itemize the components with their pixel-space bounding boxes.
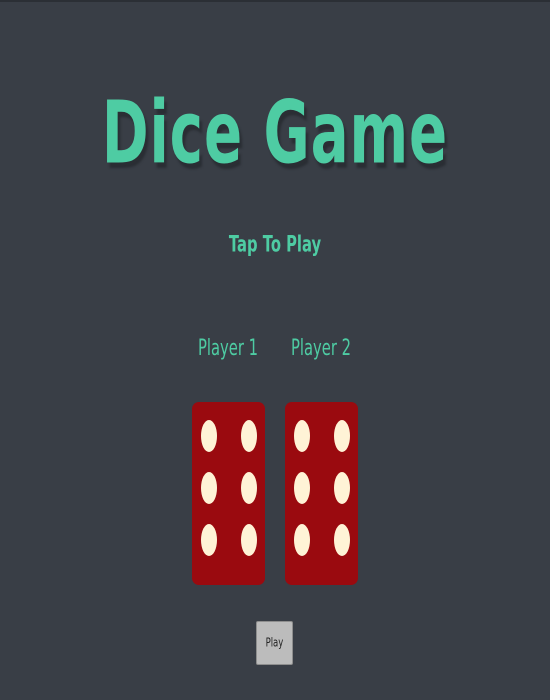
- die-pip: [334, 472, 350, 504]
- player-2-label: Player 2: [290, 334, 352, 361]
- play-button[interactable]: Play: [256, 621, 293, 665]
- play-button-label: Play: [265, 636, 284, 650]
- die-pip: [201, 472, 217, 504]
- player-2-panel: Player 2: [251, 302, 391, 585]
- die-pip: [201, 524, 217, 556]
- die-pip: [294, 472, 310, 504]
- player-2-dice-six-icon: [285, 402, 358, 585]
- die-pip: [201, 420, 217, 452]
- game-title: Dice Game: [101, 83, 449, 184]
- die-pip: [241, 420, 257, 452]
- die-pip: [294, 524, 310, 556]
- player-1-dice-six-icon: [192, 402, 265, 585]
- die-pip: [334, 420, 350, 452]
- die-pip: [241, 472, 257, 504]
- tap-to-play-label: Tap To Play: [228, 231, 322, 258]
- die-pip: [241, 524, 257, 556]
- die-pip: [294, 420, 310, 452]
- die-pip: [334, 524, 350, 556]
